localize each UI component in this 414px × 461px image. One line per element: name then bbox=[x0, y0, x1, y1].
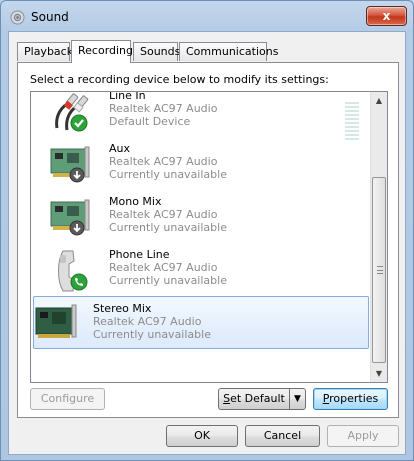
list-item-selected[interactable]: Stereo Mix Realtek AC97 Audio Currently … bbox=[33, 296, 369, 349]
tab-playback[interactable]: Playback bbox=[17, 42, 73, 61]
device-status: Currently unavailable bbox=[109, 168, 227, 181]
configure-button[interactable]: Configure bbox=[30, 388, 105, 410]
tab-sounds[interactable]: Sounds bbox=[133, 42, 180, 61]
device-name: Line In bbox=[109, 91, 146, 102]
close-icon: x bbox=[382, 9, 391, 23]
recording-panel: Select a recording device below to modif… bbox=[17, 62, 399, 418]
tab-recording[interactable]: Recording bbox=[71, 40, 133, 63]
device-name: Mono Mix bbox=[109, 195, 162, 208]
default-check-icon bbox=[70, 114, 88, 132]
device-driver: Realtek AC97 Audio bbox=[109, 261, 218, 274]
device-list-scrollbar[interactable]: ▲ ▼ bbox=[370, 92, 387, 382]
scroll-grip-icon bbox=[377, 266, 383, 274]
speaker-icon bbox=[10, 10, 25, 25]
device-status: Currently unavailable bbox=[109, 221, 227, 234]
device-status: Currently unavailable bbox=[109, 274, 227, 287]
dialog-client-area: Playback Recording Sounds Communications… bbox=[8, 31, 406, 455]
device-driver: Realtek AC97 Audio bbox=[109, 102, 218, 115]
set-default-dropdown-arrow-icon[interactable]: ▼ bbox=[289, 389, 305, 409]
list-item[interactable]: Phone Line Realtek AC97 Audio Currently … bbox=[33, 243, 369, 295]
list-item[interactable]: Mono Mix Realtek AC97 Audio Currently un… bbox=[33, 190, 369, 242]
properties-button[interactable]: Properties bbox=[313, 388, 388, 410]
scroll-up-arrow-icon[interactable]: ▲ bbox=[371, 92, 387, 109]
close-button[interactable]: x bbox=[366, 6, 407, 26]
title-bar[interactable]: Sound x bbox=[1, 1, 413, 31]
tab-communications[interactable]: Communications bbox=[179, 42, 278, 61]
scroll-thumb[interactable] bbox=[372, 177, 386, 363]
scroll-down-arrow-icon[interactable]: ▼ bbox=[371, 365, 387, 382]
sound-card-icon bbox=[35, 304, 77, 338]
instruction-text: Select a recording device below to modif… bbox=[30, 73, 329, 86]
device-driver: Realtek AC97 Audio bbox=[109, 155, 218, 168]
unavailable-arrow-icon bbox=[69, 167, 85, 183]
device-name: Aux bbox=[109, 142, 131, 155]
device-name: Phone Line bbox=[109, 248, 170, 261]
ok-button[interactable]: OK bbox=[166, 425, 238, 447]
list-item[interactable]: Line In Realtek AC97 Audio Default Devic… bbox=[33, 91, 369, 140]
device-status: Default Device bbox=[109, 115, 191, 128]
recording-device-list[interactable]: Line In Realtek AC97 Audio Default Devic… bbox=[30, 91, 388, 383]
device-driver: Realtek AC97 Audio bbox=[109, 208, 218, 221]
window-title: Sound bbox=[31, 10, 69, 24]
device-name: Stereo Mix bbox=[93, 302, 152, 315]
phone-badge-icon bbox=[70, 273, 88, 291]
list-item[interactable]: Aux Realtek AC97 Audio Currently unavail… bbox=[33, 137, 369, 189]
sound-dialog-window: Sound x Playback Recording Sounds Commun… bbox=[0, 0, 414, 461]
apply-button[interactable]: Apply bbox=[327, 425, 399, 447]
set-default-button[interactable]: Set Default ▼ bbox=[218, 388, 306, 410]
device-driver: Realtek AC97 Audio bbox=[93, 315, 202, 328]
level-meter bbox=[345, 102, 359, 142]
unavailable-arrow-icon bbox=[69, 220, 85, 236]
cancel-button[interactable]: Cancel bbox=[245, 425, 320, 447]
device-status: Currently unavailable bbox=[93, 328, 211, 341]
